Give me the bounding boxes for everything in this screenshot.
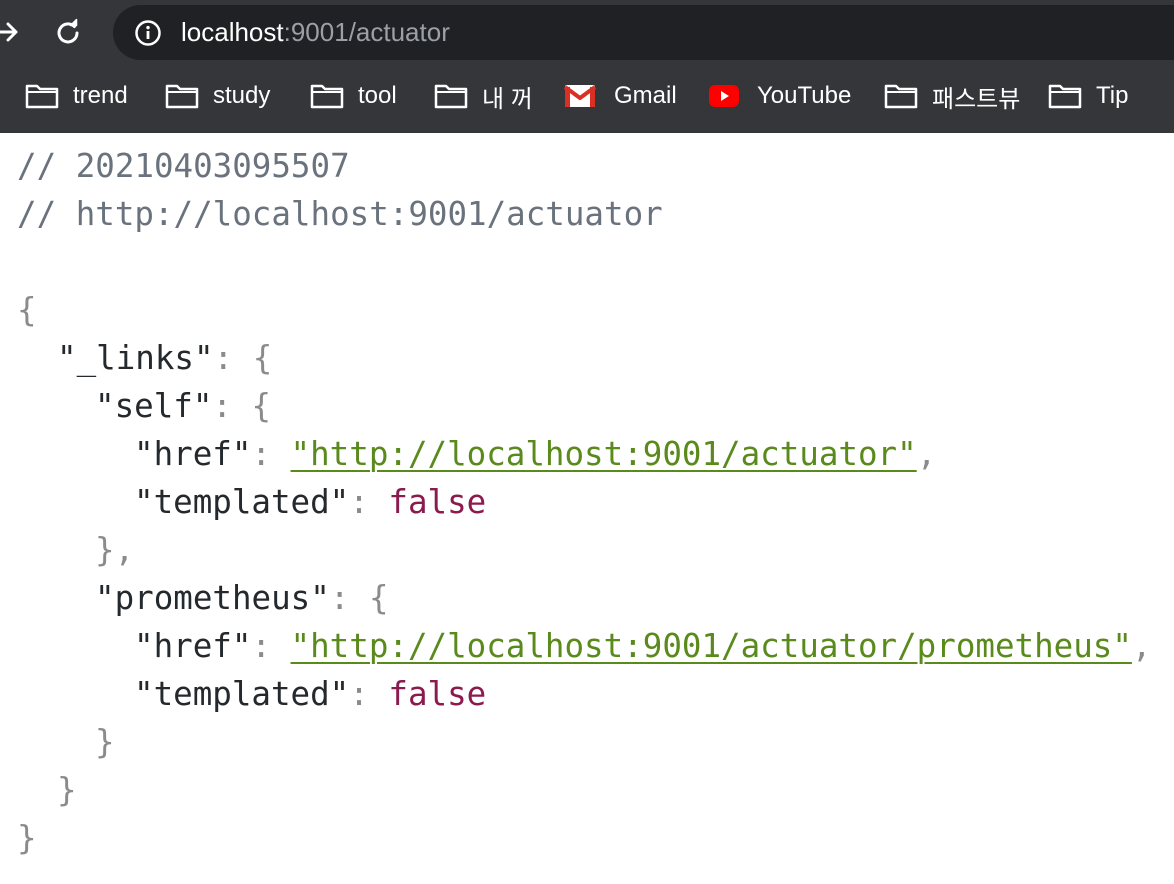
colon: : xyxy=(329,579,369,617)
colon: : xyxy=(251,627,291,665)
bookmark-trend[interactable]: trend xyxy=(25,79,128,113)
info-icon[interactable] xyxy=(134,19,162,47)
templated-key: "templated" xyxy=(134,675,350,713)
json-line: "templated": false xyxy=(17,670,1174,718)
bookmark-gmail[interactable]: Gmail xyxy=(564,79,677,113)
colon: : xyxy=(349,483,389,521)
self-templated-value: false xyxy=(388,483,487,521)
object-close-comma: }, xyxy=(95,531,135,569)
browser-chrome: localhost:9001/actuator trend study tool… xyxy=(0,0,1174,133)
json-viewer: // 20210403095507 // http://localhost:90… xyxy=(0,133,1174,884)
close-brace: } xyxy=(17,819,37,857)
browser-toolbar: localhost:9001/actuator xyxy=(0,0,1174,64)
object-open: { xyxy=(252,339,273,377)
comma: , xyxy=(916,435,937,473)
bookmark-label: Gmail xyxy=(614,82,677,109)
bookmark-label: Tip xyxy=(1096,82,1129,109)
object-close: } xyxy=(95,723,115,761)
address-bar[interactable]: localhost:9001/actuator xyxy=(113,5,1174,60)
href-key: "href" xyxy=(134,435,252,473)
object-open: { xyxy=(368,579,389,617)
json-line: "self": { xyxy=(17,382,1174,430)
prometheus-key: "prometheus" xyxy=(95,579,330,617)
json-line: "href": "http://localhost:9001/actuator"… xyxy=(17,430,1174,478)
folder-icon xyxy=(1048,84,1082,109)
colon: : xyxy=(213,339,253,377)
json-line: "prometheus": { xyxy=(17,574,1174,622)
bookmark-label: YouTube xyxy=(757,82,852,109)
reload-icon[interactable] xyxy=(52,17,84,49)
gmail-icon xyxy=(564,85,596,107)
self-key: "self" xyxy=(95,387,213,425)
bookmark-youtube[interactable]: YouTube xyxy=(709,79,851,113)
json-line: "_links": { xyxy=(17,334,1174,382)
templated-key: "templated" xyxy=(134,483,350,521)
links-key: "_links" xyxy=(57,339,214,377)
json-line: } xyxy=(17,814,1174,862)
bookmark-label: trend xyxy=(73,82,128,109)
url-comment: // http://localhost:9001/actuator xyxy=(17,195,663,233)
json-line: } xyxy=(17,718,1174,766)
folder-icon xyxy=(165,84,199,109)
object-open: { xyxy=(251,387,272,425)
bookmark-tip[interactable]: Tip xyxy=(1048,79,1128,113)
folder-icon xyxy=(25,84,59,109)
colon: : xyxy=(251,435,291,473)
comma: , xyxy=(1131,627,1152,665)
json-line: { xyxy=(17,286,1174,334)
url-text[interactable]: localhost:9001/actuator xyxy=(181,17,450,47)
colon: : xyxy=(212,387,252,425)
open-brace: { xyxy=(17,291,37,329)
bookmark-label: 패스트뷰 xyxy=(932,85,1021,113)
json-line: "href": "http://localhost:9001/actuator/… xyxy=(17,622,1174,670)
folder-icon xyxy=(434,84,468,109)
self-href-link[interactable]: "http://localhost:9001/actuator" xyxy=(291,435,917,473)
bookmark-tool[interactable]: tool xyxy=(310,79,397,113)
bookmarks-bar: trend study tool 내 꺼 Gmail YouTube 패스트뷰 … xyxy=(0,64,1174,130)
bookmark-label: tool xyxy=(358,82,397,109)
colon: : xyxy=(349,675,389,713)
bookmark-fastview[interactable]: 패스트뷰 xyxy=(884,79,1020,113)
url-path: :9001/actuator xyxy=(283,17,450,47)
json-line: } xyxy=(17,766,1174,814)
json-line: "templated": false xyxy=(17,478,1174,526)
timestamp-comment: // 20210403095507 xyxy=(17,147,350,185)
bookmark-label: study xyxy=(213,82,271,109)
object-close: } xyxy=(57,771,77,809)
bookmark-mine[interactable]: 내 꺼 xyxy=(434,79,533,113)
forward-arrow-icon[interactable] xyxy=(0,18,22,46)
prometheus-href-link[interactable]: "http://localhost:9001/actuator/promethe… xyxy=(291,627,1132,665)
prometheus-templated-value: false xyxy=(388,675,487,713)
folder-icon xyxy=(310,84,344,109)
bookmark-study[interactable]: study xyxy=(165,79,270,113)
bookmark-label: 내 꺼 xyxy=(482,85,533,113)
json-line: }, xyxy=(17,526,1174,574)
url-host: localhost xyxy=(181,17,284,47)
href-key: "href" xyxy=(134,627,252,665)
youtube-icon xyxy=(709,85,739,107)
folder-icon xyxy=(884,84,918,109)
